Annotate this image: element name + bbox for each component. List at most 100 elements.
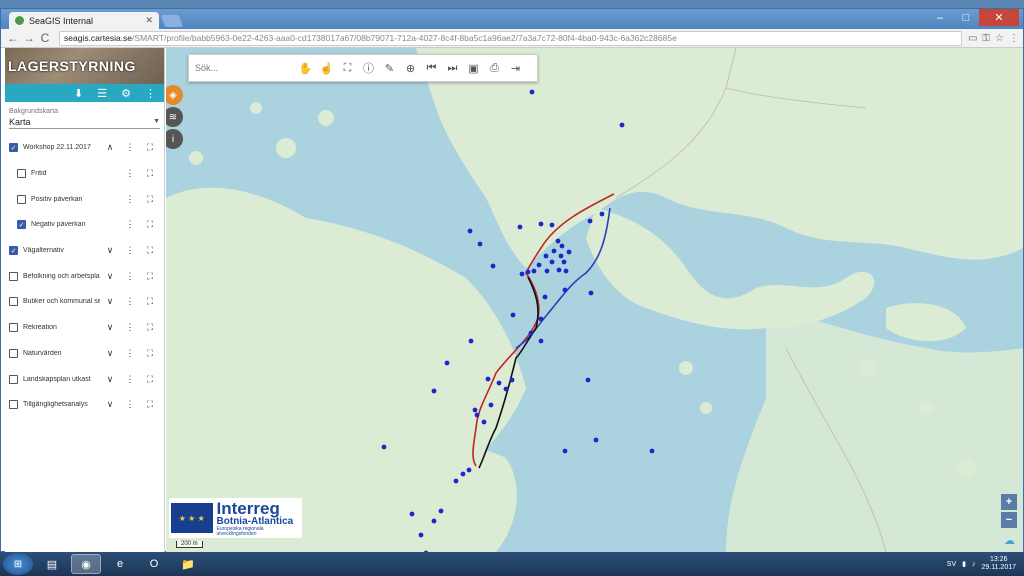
layer-menu-icon[interactable]: ⋮ — [120, 219, 140, 230]
zoom-to-layer-icon[interactable]: ⛶ — [140, 142, 160, 153]
chevron-icon[interactable]: ∨ — [100, 374, 120, 385]
reload-button[interactable]: C — [37, 31, 53, 45]
layer-checkbox[interactable]: ✓ — [9, 143, 18, 153]
chevron-icon[interactable]: ∨ — [100, 271, 120, 282]
minimize-button[interactable]: – — [927, 9, 953, 26]
taskbar-folder[interactable]: 📁 — [173, 554, 203, 574]
layer-checkbox[interactable] — [17, 194, 26, 204]
info-circle-icon[interactable]: i — [166, 129, 183, 149]
zoom-to-layer-icon[interactable]: ⛶ — [140, 296, 160, 307]
layer-menu-icon[interactable]: ⋮ — [120, 271, 140, 282]
list-icon[interactable]: ☰ — [97, 87, 107, 100]
chevron-icon[interactable]: ∨ — [100, 245, 120, 256]
taskbar-explorer[interactable]: ▤ — [37, 554, 67, 574]
layer-row[interactable]: Landskapsplan utkast ∨ ⋮ ⛶ — [5, 366, 164, 392]
layers-icon[interactable]: ◈ — [166, 85, 183, 105]
taskbar-chrome[interactable]: ◉ — [71, 554, 101, 574]
forward-button[interactable]: → — [21, 31, 37, 45]
zoom-to-layer-icon[interactable]: ⛶ — [140, 348, 160, 359]
layer-row[interactable]: ✓ Workshop 22.11.2017 ∧ ⋮ ⛶ — [5, 135, 164, 161]
layer-checkbox[interactable] — [9, 348, 18, 358]
language-indicator[interactable]: SV — [947, 561, 956, 568]
chevron-icon[interactable]: ∨ — [100, 322, 120, 333]
chevron-icon[interactable]: ∨ — [100, 399, 120, 410]
zoom-to-layer-icon[interactable]: ⛶ — [140, 399, 160, 410]
layer-row[interactable]: Fritid ⋮ ⛶ — [5, 161, 164, 187]
layer-checkbox[interactable] — [9, 297, 18, 307]
chevron-icon[interactable]: ∨ — [100, 348, 120, 359]
prev-extent-icon[interactable]: ⏮ — [421, 62, 442, 75]
layer-checkbox[interactable] — [9, 271, 18, 281]
new-tab-button[interactable] — [160, 15, 184, 27]
layer-menu-icon[interactable]: ⋮ — [120, 142, 140, 153]
menu-icon[interactable]: ⋮ — [1009, 33, 1019, 44]
cast-icon[interactable]: ▭ — [968, 33, 977, 44]
taskbar-ie[interactable]: e — [105, 554, 135, 574]
zoom-to-layer-icon[interactable]: ⛶ — [140, 245, 160, 256]
layer-menu-icon[interactable]: ⋮ — [120, 296, 140, 307]
volume-icon[interactable]: ♪ — [972, 561, 976, 568]
download-icon[interactable]: ⬇ — [74, 87, 83, 100]
layer-row[interactable]: Naturvärden ∨ ⋮ ⛶ — [5, 341, 164, 367]
layer-menu-icon[interactable]: ⋮ — [120, 168, 140, 179]
layer-checkbox[interactable] — [17, 169, 26, 179]
layer-row[interactable]: ✓ Vägalternativ ∨ ⋮ ⛶ — [5, 238, 164, 264]
start-button[interactable]: ⊞ — [3, 553, 33, 575]
gear-icon[interactable]: ⚙ — [121, 87, 131, 100]
map-view[interactable]: Sök... ✋ ☝ ⛶ ⓘ ✎ ⊕ ⏮ ⏭ ▣ ⎙ ⇥ ◈ ≋ i + − ★… — [166, 48, 1023, 552]
zoom-to-layer-icon[interactable]: ⛶ — [140, 322, 160, 333]
layer-checkbox[interactable] — [9, 374, 18, 384]
select-icon[interactable]: ☝ — [316, 62, 337, 75]
map-canvas[interactable] — [166, 48, 1023, 552]
tab-close-icon[interactable]: ✕ — [145, 15, 153, 26]
chevron-icon[interactable]: ∨ — [100, 296, 120, 307]
layer-row[interactable]: Rekreation ∨ ⋮ ⛶ — [5, 315, 164, 341]
pan-icon[interactable]: ✋ — [295, 62, 316, 75]
chevron-down-icon[interactable]: ▼ — [153, 118, 160, 125]
layer-menu-icon[interactable]: ⋮ — [120, 374, 140, 385]
chevron-icon[interactable]: ∧ — [100, 142, 120, 153]
layer-row[interactable]: Befolkning och arbetsplatser∨⋮⛶ — [5, 263, 164, 289]
stack-icon[interactable]: ≋ — [166, 107, 183, 127]
layer-menu-icon[interactable]: ⋮ — [120, 245, 140, 256]
url-field[interactable]: seagis.cartesia.se /SMART/profile/babb59… — [59, 30, 962, 46]
layer-menu-icon[interactable]: ⋮ — [120, 348, 140, 359]
bookmark-star-icon[interactable]: ☆ — [995, 33, 1004, 44]
browser-tab[interactable]: SeaGIS Internal ✕ — [9, 12, 159, 29]
zoom-to-layer-icon[interactable]: ⛶ — [140, 271, 160, 282]
layer-row[interactable]: ✓ Negativ påverkan ⋮ ⛶ — [5, 212, 164, 238]
layer-checkbox[interactable] — [9, 400, 18, 410]
search-input[interactable]: Sök... — [195, 63, 295, 73]
export-icon[interactable]: ⇥ — [505, 62, 526, 75]
clock[interactable]: 13:26 29.11.2017 — [981, 556, 1016, 571]
zoom-to-layer-icon[interactable]: ⛶ — [140, 168, 160, 179]
basemap-select[interactable]: Bakgrundskarta Karta ▼ — [5, 102, 164, 129]
layer-menu-icon[interactable]: ⋮ — [120, 399, 140, 410]
zoom-to-layer-icon[interactable]: ⛶ — [140, 219, 160, 230]
layer-menu-icon[interactable]: ⋮ — [120, 194, 140, 205]
layer-menu-icon[interactable]: ⋮ — [120, 322, 140, 333]
layer-checkbox[interactable]: ✓ — [9, 246, 18, 256]
more-icon[interactable]: ⋮ — [145, 87, 156, 100]
layer-row[interactable]: Positiv påverkan ⋮ ⛶ — [5, 186, 164, 212]
info-icon[interactable]: ⓘ — [358, 60, 379, 76]
zoom-to-layer-icon[interactable]: ⛶ — [140, 374, 160, 385]
image-icon[interactable]: ▣ — [463, 62, 484, 75]
layer-row[interactable]: Butiker och kommunal service∨⋮⛶ — [5, 289, 164, 315]
network-icon[interactable]: ▮ — [962, 560, 966, 568]
zoom-out-button[interactable]: − — [1001, 512, 1017, 528]
close-button[interactable]: ✕ — [979, 9, 1019, 26]
fullscreen-icon[interactable]: ⛶ — [337, 62, 358, 75]
back-button[interactable]: ← — [5, 31, 21, 45]
zoom-in-button[interactable]: + — [1001, 494, 1017, 510]
draw-icon[interactable]: ✎ — [379, 62, 400, 75]
layer-checkbox[interactable]: ✓ — [17, 220, 26, 230]
zoom-to-layer-icon[interactable]: ⛶ — [140, 194, 160, 205]
next-extent-icon[interactable]: ⏭ — [442, 62, 463, 75]
maximize-button[interactable]: □ — [953, 9, 979, 26]
print-icon[interactable]: ⎙ — [484, 62, 505, 75]
taskbar-opera[interactable]: O — [139, 554, 169, 574]
layer-checkbox[interactable] — [9, 323, 18, 333]
measure-icon[interactable]: ⊕ — [400, 62, 421, 75]
layer-row[interactable]: Tillgänglighetsanalys ∨ ⋮ ⛶ — [5, 392, 164, 418]
